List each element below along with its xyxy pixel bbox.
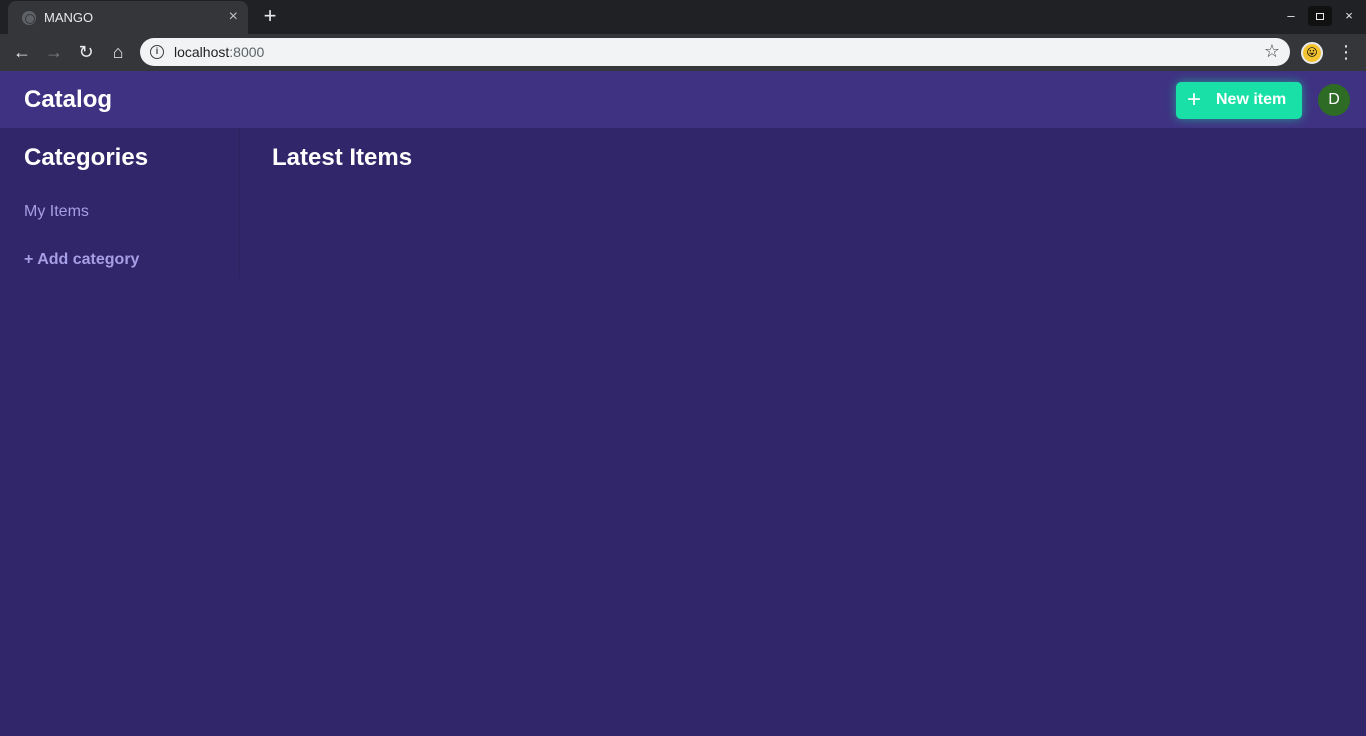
reload-icon[interactable]: ↻ [74, 40, 98, 64]
browser-toolbar: ← → ↻ ⌂ i localhost:8000 ☆ [0, 34, 1366, 71]
address-bar[interactable]: i localhost:8000 ☆ [140, 38, 1290, 66]
page-title: Latest Items [272, 144, 413, 171]
sidebar-item-my-items[interactable]: My Items [24, 203, 89, 221]
extension-emoji-icon[interactable]: 😛 [1301, 42, 1323, 64]
tab-title: MANGO [44, 10, 94, 25]
minimize-window-button[interactable]: – [1279, 6, 1303, 26]
back-arrow-icon[interactable]: ← [10, 40, 34, 64]
maximize-icon [1316, 13, 1324, 20]
url-port: :8000 [229, 44, 265, 60]
close-window-button[interactable]: × [1337, 6, 1361, 26]
new-item-label: New item [1216, 91, 1287, 108]
globe-icon [22, 11, 36, 25]
plus-icon: + [1187, 86, 1202, 113]
maximize-window-button[interactable] [1308, 6, 1332, 26]
new-tab-button[interactable]: + [259, 5, 281, 27]
info-icon[interactable]: i [150, 45, 164, 59]
add-category-link[interactable]: + Add category [24, 251, 139, 269]
browser-tab[interactable]: MANGO × [8, 1, 248, 34]
browser-menu-icon[interactable]: ⋮ [1337, 40, 1355, 64]
app-header: Catalog + New item D [0, 71, 1366, 128]
browser-tab-strip: MANGO × + – × [0, 0, 1366, 34]
url-text: localhost:8000 [174, 44, 264, 60]
new-item-button[interactable]: + New item [1176, 82, 1302, 119]
sidebar-title: Categories [24, 144, 149, 171]
user-avatar[interactable]: D [1318, 84, 1350, 116]
app-title[interactable]: Catalog [24, 86, 112, 114]
bookmark-star-icon[interactable]: ☆ [1264, 41, 1280, 62]
url-host: localhost [174, 44, 230, 60]
categories-sidebar: Categories My Items + Add category [0, 128, 240, 278]
forward-arrow-icon[interactable]: → [42, 40, 66, 64]
close-tab-icon[interactable]: × [229, 8, 238, 26]
home-icon[interactable]: ⌂ [106, 40, 130, 64]
